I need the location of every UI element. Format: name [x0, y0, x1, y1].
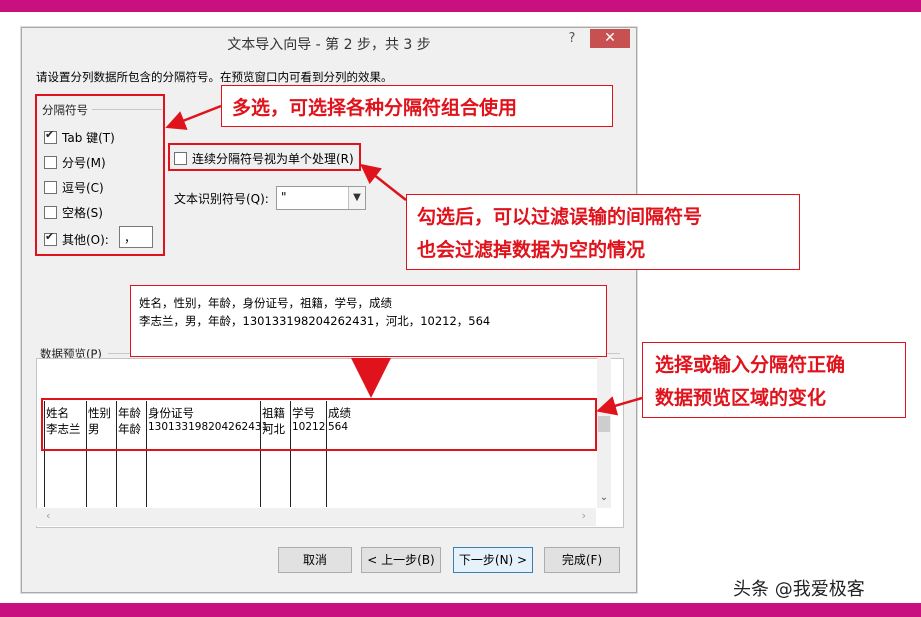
- preview-column-divider: [44, 401, 45, 507]
- sample-line-1: 姓名，性别，年龄，身份证号，祖籍，学号，成绩: [139, 296, 392, 310]
- preview-header-cell: 年龄: [118, 406, 141, 420]
- preview-column-divider: [116, 401, 117, 507]
- scroll-left-icon[interactable]: ‹: [46, 509, 50, 522]
- preview-header-cell: 成绩: [328, 406, 351, 420]
- filter-callout-line-2: 也会过滤掉数据为空的情况: [417, 239, 646, 261]
- space-checkbox[interactable]: 空格(S): [44, 203, 103, 221]
- bottom-accent-bar: [0, 603, 921, 617]
- preview-data-cell: 李志兰: [46, 422, 81, 436]
- tab-checkbox-box[interactable]: [44, 128, 57, 144]
- preview-callout-line-1: 选择或输入分隔符正确: [655, 354, 846, 376]
- cancel-button[interactable]: 取消: [278, 547, 352, 573]
- comma-checkbox-box[interactable]: [44, 180, 57, 194]
- semicolon-checkbox-label: 分号(M): [62, 155, 106, 170]
- tab-checkbox[interactable]: Tab 键(T): [44, 128, 115, 146]
- preview-column-divider: [290, 401, 291, 507]
- filter-callout: 勾选后，可以过滤误输的间隔符号 也会过滤掉数据为空的情况: [406, 194, 800, 270]
- close-button[interactable]: ✕: [590, 29, 630, 48]
- preview-data-cell: 男: [88, 422, 100, 436]
- comma-checkbox[interactable]: 逗号(C): [44, 178, 104, 196]
- other-checkbox-box[interactable]: [44, 230, 57, 246]
- preview-callout-line-2: 数据预览区域的变化: [655, 387, 827, 409]
- semicolon-checkbox-box[interactable]: [44, 155, 57, 169]
- scrollbar-thumb[interactable]: [598, 416, 610, 432]
- space-checkbox-box[interactable]: [44, 205, 57, 219]
- space-checkbox-label: 空格(S): [62, 205, 103, 220]
- data-preview-area[interactable]: [36, 358, 624, 528]
- back-button[interactable]: < 上一步(B): [361, 547, 441, 573]
- preview-header-cell: 性别: [88, 406, 111, 420]
- preview-vertical-scrollbar[interactable]: ⌄: [597, 358, 611, 508]
- dialog-title: 文本导入向导 - 第 2 步，共 3 步: [227, 37, 431, 53]
- preview-column-divider: [326, 401, 327, 507]
- sample-raw-data-box: 姓名，性别，年龄，身份证号，祖籍，学号，成绩 李志兰，男，年龄，13013319…: [130, 285, 607, 357]
- scroll-down-icon[interactable]: ⌄: [597, 492, 611, 506]
- consecutive-checkbox-box[interactable]: [174, 151, 187, 165]
- multi-select-callout-text: 多选，可选择各种分隔符组合使用: [232, 97, 518, 119]
- preview-header-cell: 学号: [292, 406, 315, 420]
- other-delimiter-input[interactable]: ，: [119, 226, 153, 248]
- preview-data-cell: 10212: [292, 421, 326, 433]
- delimiters-group-label: 分隔符号: [42, 103, 88, 117]
- multi-select-callout: 多选，可选择各种分隔符组合使用: [221, 85, 613, 127]
- preview-header-cell: 身份证号: [148, 406, 194, 420]
- text-qualifier-label: 文本识别符号(Q):: [174, 192, 269, 206]
- watermark: 头条 @我爱极客: [733, 579, 865, 600]
- preview-column-divider: [86, 401, 87, 507]
- scroll-right-icon[interactable]: ›: [582, 509, 586, 522]
- finish-button[interactable]: 完成(F): [544, 547, 620, 573]
- top-accent-bar: [0, 0, 921, 12]
- preview-data-cell: 130133198204262431: [148, 421, 269, 433]
- preview-header-cell: 祖籍: [262, 406, 285, 420]
- preview-data-cell: 年龄: [118, 422, 141, 436]
- other-checkbox-label: 其他(O):: [62, 232, 109, 247]
- semicolon-checkbox[interactable]: 分号(M): [44, 153, 106, 171]
- preview-callout: 选择或输入分隔符正确 数据预览区域的变化: [642, 342, 906, 418]
- sample-line-2: 李志兰，男，年龄，130133198204262431，河北，10212，564: [139, 314, 491, 328]
- chevron-down-icon[interactable]: ▼: [348, 187, 365, 209]
- text-qualifier-value: ": [281, 190, 287, 204]
- other-checkbox[interactable]: 其他(O):: [44, 230, 109, 248]
- title-bar: 文本导入向导 - 第 2 步，共 3 步 ? ✕: [22, 28, 636, 58]
- consecutive-checkbox-label: 连续分隔符号视为单个处理(R): [192, 151, 354, 166]
- help-button[interactable]: ?: [562, 31, 582, 51]
- preview-data-cell: 564: [328, 421, 349, 433]
- filter-callout-line-1: 勾选后，可以过滤误输的间隔符号: [417, 206, 703, 228]
- delimiters-group-divider: [92, 109, 162, 110]
- instruction-text: 请设置分列数据所包含的分隔符号。在预览窗口内可看到分列的效果。: [36, 70, 393, 84]
- preview-data-cell: 河北: [262, 422, 285, 436]
- comma-checkbox-label: 逗号(C): [62, 180, 104, 195]
- tab-checkbox-label: Tab 键(T): [62, 130, 115, 145]
- text-qualifier-select[interactable]: " ▼: [276, 186, 366, 210]
- preview-column-divider: [146, 401, 147, 507]
- preview-horizontal-scrollbar[interactable]: ‹ ›: [36, 508, 596, 526]
- consecutive-delimiters-checkbox[interactable]: 连续分隔符号视为单个处理(R): [174, 149, 354, 167]
- preview-column-divider: [260, 401, 261, 507]
- preview-header-cell: 姓名: [46, 406, 69, 420]
- next-button[interactable]: 下一步(N) >: [453, 547, 533, 573]
